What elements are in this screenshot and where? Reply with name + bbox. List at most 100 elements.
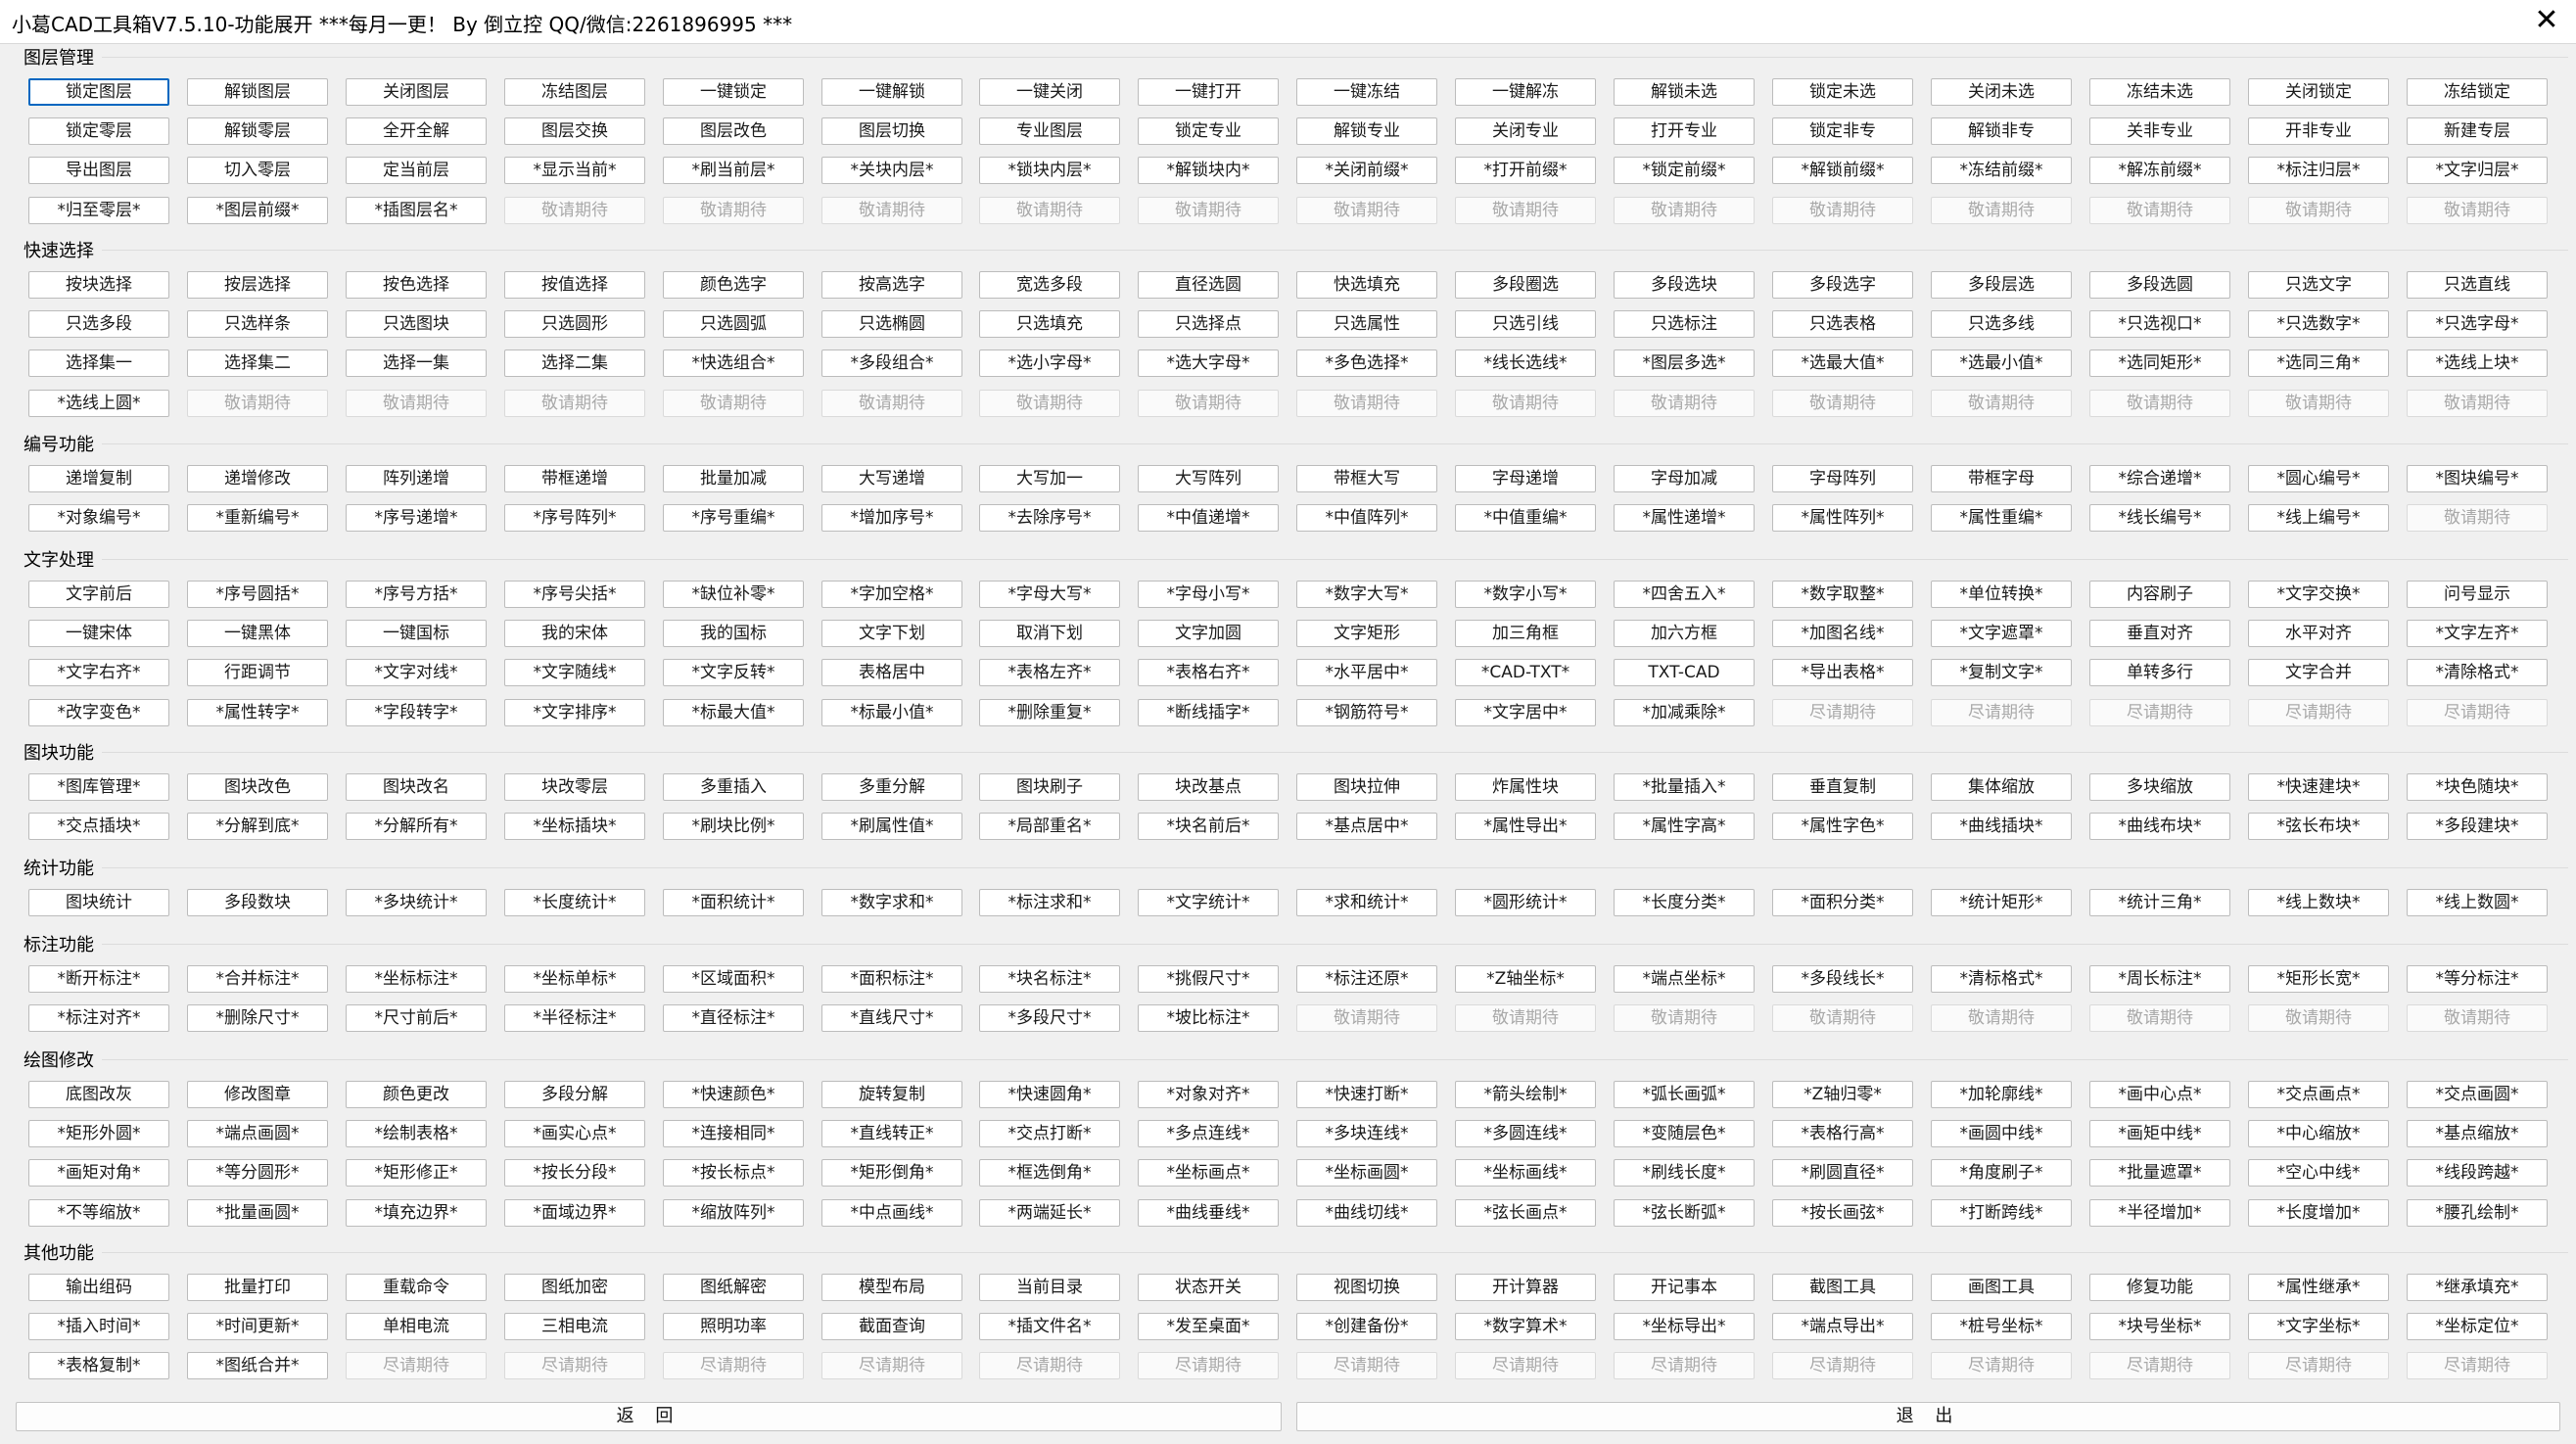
- function-button[interactable]: 一键锁定: [663, 78, 804, 106]
- function-button[interactable]: *解冻前缀*: [2089, 157, 2230, 185]
- function-button[interactable]: *坐标定位*: [2407, 1313, 2548, 1341]
- function-button[interactable]: *数字大写*: [1296, 581, 1437, 608]
- function-button[interactable]: 多重分解: [821, 773, 962, 801]
- function-button[interactable]: *尺寸前后*: [346, 1004, 487, 1033]
- function-button[interactable]: 颜色选字: [663, 271, 804, 299]
- function-button[interactable]: *表格左齐*: [979, 659, 1120, 687]
- function-button[interactable]: *多圆连线*: [1455, 1120, 1596, 1148]
- function-button[interactable]: *端点画圆*: [187, 1120, 328, 1148]
- function-button[interactable]: *只选字母*: [2407, 310, 2548, 339]
- function-button[interactable]: *选同三角*: [2248, 349, 2389, 378]
- function-button[interactable]: *文字交换*: [2248, 581, 2389, 608]
- function-button[interactable]: 当前目录: [979, 1274, 1120, 1301]
- function-button[interactable]: 解锁专业: [1296, 117, 1437, 146]
- function-button[interactable]: *缩放阵列*: [663, 1198, 804, 1227]
- function-button[interactable]: *序号尖括*: [504, 581, 645, 608]
- function-button[interactable]: *按长画弦*: [1772, 1198, 1913, 1227]
- function-button[interactable]: *清标格式*: [1931, 965, 2072, 993]
- function-button[interactable]: *标注对齐*: [28, 1004, 169, 1033]
- function-button[interactable]: *解锁前缀*: [1772, 157, 1913, 185]
- function-button[interactable]: *中值递增*: [1138, 504, 1279, 533]
- function-button[interactable]: *快选组合*: [663, 349, 804, 378]
- function-button[interactable]: *文字排序*: [504, 698, 645, 726]
- function-button[interactable]: 三相电流: [504, 1313, 645, 1341]
- function-button[interactable]: *文字统计*: [1138, 889, 1279, 916]
- function-button[interactable]: *块号坐标*: [2089, 1313, 2230, 1341]
- function-button[interactable]: *选小字母*: [979, 349, 1120, 378]
- function-button[interactable]: 按色选择: [346, 271, 487, 299]
- function-button[interactable]: *多段尺寸*: [979, 1004, 1120, 1033]
- exit-button[interactable]: 退 出: [1296, 1402, 2560, 1431]
- function-button[interactable]: *图库管理*: [28, 773, 169, 801]
- function-button[interactable]: 垂直复制: [1772, 773, 1913, 801]
- function-button[interactable]: 带框字母: [1931, 465, 2072, 492]
- function-button[interactable]: *选同矩形*: [2089, 349, 2230, 378]
- function-button[interactable]: *长度统计*: [504, 889, 645, 916]
- function-button[interactable]: 只选填充: [979, 310, 1120, 339]
- function-button[interactable]: *继承填充*: [2407, 1274, 2548, 1301]
- function-button[interactable]: *属性继承*: [2248, 1274, 2389, 1301]
- function-button[interactable]: *按长标点*: [663, 1159, 804, 1188]
- function-button[interactable]: 直径选圆: [1138, 271, 1279, 299]
- function-button[interactable]: *选线上圆*: [28, 389, 169, 417]
- function-button[interactable]: *分解到底*: [187, 813, 328, 841]
- function-button[interactable]: *序号方括*: [346, 581, 487, 608]
- function-button[interactable]: 一键解锁: [821, 78, 962, 106]
- function-button[interactable]: 我的国标: [663, 620, 804, 648]
- function-button[interactable]: 只选引线: [1455, 310, 1596, 339]
- function-button[interactable]: *复制文字*: [1931, 659, 2072, 687]
- function-button[interactable]: *坡比标注*: [1138, 1004, 1279, 1033]
- function-button[interactable]: *弦长布块*: [2248, 813, 2389, 841]
- function-button[interactable]: *中值阵列*: [1296, 504, 1437, 533]
- function-button[interactable]: 水平对齐: [2248, 620, 2389, 648]
- function-button[interactable]: 一键冻结: [1296, 78, 1437, 106]
- function-button[interactable]: 冻结锁定: [2407, 78, 2548, 106]
- function-button[interactable]: *冻结前缀*: [1931, 157, 2072, 185]
- function-button[interactable]: 修改图章: [187, 1081, 328, 1108]
- function-button[interactable]: 图纸加密: [504, 1274, 645, 1301]
- function-button[interactable]: 解锁非专: [1931, 117, 2072, 146]
- function-button[interactable]: *Z轴归零*: [1772, 1081, 1913, 1108]
- function-button[interactable]: *多段组合*: [821, 349, 962, 378]
- function-button[interactable]: 锁定图层: [28, 78, 169, 106]
- function-button[interactable]: *只选视口*: [2089, 310, 2230, 339]
- function-button[interactable]: *文字坐标*: [2248, 1313, 2389, 1341]
- function-button[interactable]: *锁块内层*: [979, 157, 1120, 185]
- function-button[interactable]: *字加空格*: [821, 581, 962, 608]
- function-button[interactable]: 递增修改: [187, 465, 328, 492]
- function-button[interactable]: *多块统计*: [346, 889, 487, 916]
- function-button[interactable]: 批量打印: [187, 1274, 328, 1301]
- function-button[interactable]: *坐标单标*: [504, 965, 645, 993]
- function-button[interactable]: *标注还原*: [1296, 965, 1437, 993]
- function-button[interactable]: 字母加减: [1614, 465, 1755, 492]
- function-button[interactable]: 照明功率: [663, 1313, 804, 1341]
- function-button[interactable]: *画实心点*: [504, 1120, 645, 1148]
- function-button[interactable]: 定当前层: [346, 157, 487, 185]
- function-button[interactable]: *关块内层*: [821, 157, 962, 185]
- function-button[interactable]: 阵列递增: [346, 465, 487, 492]
- function-button[interactable]: *归至零层*: [28, 196, 169, 224]
- function-button[interactable]: 快选填充: [1296, 271, 1437, 299]
- function-button[interactable]: *中心缩放*: [2248, 1120, 2389, 1148]
- function-button[interactable]: *坐标插块*: [504, 813, 645, 841]
- function-button[interactable]: *文字遮罩*: [1931, 620, 2072, 648]
- function-button[interactable]: 输出组码: [28, 1274, 169, 1301]
- function-button[interactable]: 集体缩放: [1931, 773, 2072, 801]
- function-button[interactable]: 多块缩放: [2089, 773, 2230, 801]
- function-button[interactable]: *刷圆直径*: [1772, 1159, 1913, 1188]
- function-button[interactable]: 关闭专业: [1455, 117, 1596, 146]
- function-button[interactable]: 文字合并: [2248, 659, 2389, 687]
- function-button[interactable]: 多段层选: [1931, 271, 2072, 299]
- function-button[interactable]: *腰孔绘制*: [2407, 1198, 2548, 1227]
- function-button[interactable]: *钢筋符号*: [1296, 698, 1437, 726]
- function-button[interactable]: *半径标注*: [504, 1004, 645, 1033]
- function-button[interactable]: 图块刷子: [979, 773, 1120, 801]
- function-button[interactable]: *面积分类*: [1772, 889, 1913, 916]
- function-button[interactable]: *刷块比例*: [663, 813, 804, 841]
- function-button[interactable]: *基点缩放*: [2407, 1120, 2548, 1148]
- function-button[interactable]: 冻结图层: [504, 78, 645, 106]
- function-button[interactable]: 只选多线: [1931, 310, 2072, 339]
- function-button[interactable]: *标注归层*: [2248, 157, 2389, 185]
- function-button[interactable]: *端点坐标*: [1614, 965, 1755, 993]
- function-button[interactable]: *挑假尺寸*: [1138, 965, 1279, 993]
